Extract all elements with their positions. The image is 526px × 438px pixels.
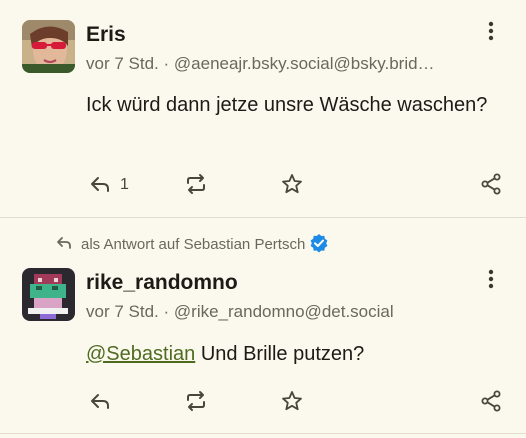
more-options-icon[interactable] [480,268,502,290]
boost-button[interactable] [181,169,211,199]
author-name[interactable]: Eris [86,23,126,47]
post-card[interactable]: Eris vor 7 Std. · @aeneajr.bsky.social@b… [0,0,526,217]
share-button[interactable] [476,386,506,416]
mention-link[interactable]: @Sebastian [86,343,195,365]
meta-separator: · [163,54,170,73]
avatar[interactable] [22,268,75,321]
author-handle[interactable]: @rike_randomno@det.social [174,302,394,321]
boost-button[interactable] [181,386,211,416]
reply-context-icon [57,237,71,249]
user-photo-avatar-icon [22,20,75,73]
pixel-art-avatar-icon [22,268,75,321]
author-name[interactable]: rike_randomno [86,271,238,295]
star-icon [282,174,302,194]
reply-icon [91,177,109,192]
more-options-icon[interactable] [480,20,502,42]
reply-to-prefix: als Antwort auf [81,236,180,253]
verified-badge-icon [311,234,328,253]
meta-separator: · [163,302,170,321]
reply-count: 1 [120,176,129,193]
post-time[interactable]: vor 7 Std. [86,54,159,73]
post-content: @Sebastian Und Brille putzen? [86,338,496,370]
avatar[interactable] [22,20,75,73]
reply-icon [91,394,109,409]
post-text: Und Brille putzen? [195,343,365,365]
boost-icon [187,174,205,194]
share-icon [481,173,501,195]
reply-button[interactable] [85,386,115,416]
reply-context[interactable]: als Antwort auf Sebastian Pertsch [55,233,329,253]
star-icon [282,391,302,411]
favorite-button[interactable] [277,386,307,416]
post-content: Ick würd dann jetze unsre Wäsche waschen… [86,94,488,116]
post-card[interactable]: als Antwort auf Sebastian Pertsch rike_r… [0,218,526,433]
post-meta: vor 7 Std. · @rike_randomno@det.social [86,302,466,322]
reply-to-name[interactable]: Sebastian Pertsch [184,236,306,253]
reply-button[interactable] [85,169,115,199]
post-meta: vor 7 Std. · @aeneajr.bsky.social@bsky.b… [86,54,466,74]
share-button[interactable] [476,169,506,199]
post-divider [0,433,526,434]
boost-icon [187,391,205,411]
author-handle[interactable]: @aeneajr.bsky.social@bsky.brid… [174,54,435,73]
share-icon [481,390,501,412]
favorite-button[interactable] [277,169,307,199]
post-time[interactable]: vor 7 Std. [86,302,159,321]
